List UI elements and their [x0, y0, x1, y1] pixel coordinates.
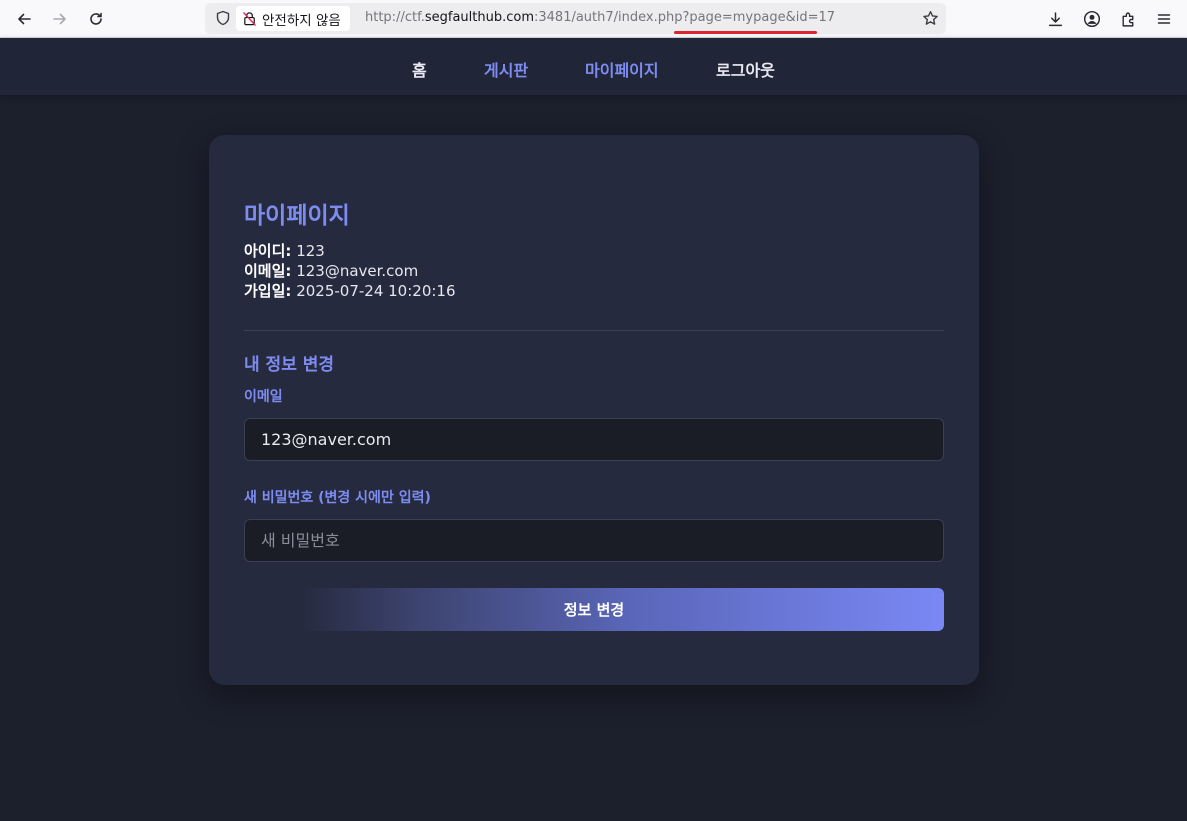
url-path: :3481/auth7/index.php?page=mypage&id=17: [534, 10, 835, 25]
browser-toolbar: 안전하지 않음 http://ctf.segfaulthub.com:3481/…: [0, 0, 1187, 38]
bookmark-star-icon[interactable]: [920, 8, 940, 28]
security-label: 안전하지 않음: [262, 12, 341, 29]
forward-arrow-icon[interactable]: [47, 6, 73, 32]
account-icon[interactable]: [1080, 7, 1104, 31]
address-bar[interactable]: 안전하지 않음 http://ctf.segfaulthub.com:3481/…: [205, 3, 946, 34]
profile-id-label: 아이디:: [244, 242, 292, 260]
nav-link-board[interactable]: 게시판: [484, 57, 528, 81]
email-field-label: 이메일: [244, 389, 283, 405]
nav-link-mypage[interactable]: 마이페이지: [585, 57, 659, 81]
reload-icon[interactable]: [83, 6, 109, 32]
email-field[interactable]: [244, 418, 944, 461]
tracking-protection-shield-icon[interactable]: [215, 10, 231, 26]
site-navbar: 홈 게시판 마이페이지 로그아웃: [0, 38, 1187, 95]
url-prefix: http://ctf.: [365, 10, 425, 25]
download-icon[interactable]: [1043, 7, 1067, 31]
edit-info-heading: 내 정보 변경: [244, 355, 335, 375]
site-security-indicator[interactable]: 안전하지 않음: [236, 6, 350, 31]
new-password-field[interactable]: [244, 519, 944, 562]
profile-joined-value: 2025-07-24 10:20:16: [296, 282, 456, 300]
nav-link-logout[interactable]: 로그아웃: [716, 57, 775, 81]
profile-joined-label: 가입일:: [244, 282, 292, 300]
profile-email-row: 이메일: 123@naver.com: [244, 260, 418, 281]
page-title: 마이페이지: [244, 203, 350, 229]
url-highlight-underline: [674, 31, 817, 34]
profile-id-row: 아이디: 123: [244, 240, 325, 261]
url-host: segfaulthub.com: [424, 10, 534, 25]
profile-email-value: 123@naver.com: [296, 262, 419, 280]
password-field-label: 새 비밀번호 (변경 시에만 입력): [244, 490, 431, 506]
nav-link-home[interactable]: 홈: [412, 57, 427, 81]
back-arrow-icon[interactable]: [11, 6, 37, 32]
profile-email-label: 이메일:: [244, 262, 292, 280]
profile-id-value: 123: [296, 242, 325, 260]
profile-joined-row: 가입일: 2025-07-24 10:20:16: [244, 280, 456, 301]
extensions-icon[interactable]: [1116, 7, 1140, 31]
mypage-card: 마이페이지 아이디: 123 이메일: 123@naver.com 가입일: 2…: [209, 135, 979, 685]
update-info-button[interactable]: 정보 변경: [244, 588, 944, 631]
url-text[interactable]: http://ctf.segfaulthub.com:3481/auth7/in…: [365, 10, 835, 25]
insecure-lock-icon: [243, 12, 256, 26]
section-divider: [244, 330, 944, 331]
menu-hamburger-icon[interactable]: [1152, 7, 1176, 31]
